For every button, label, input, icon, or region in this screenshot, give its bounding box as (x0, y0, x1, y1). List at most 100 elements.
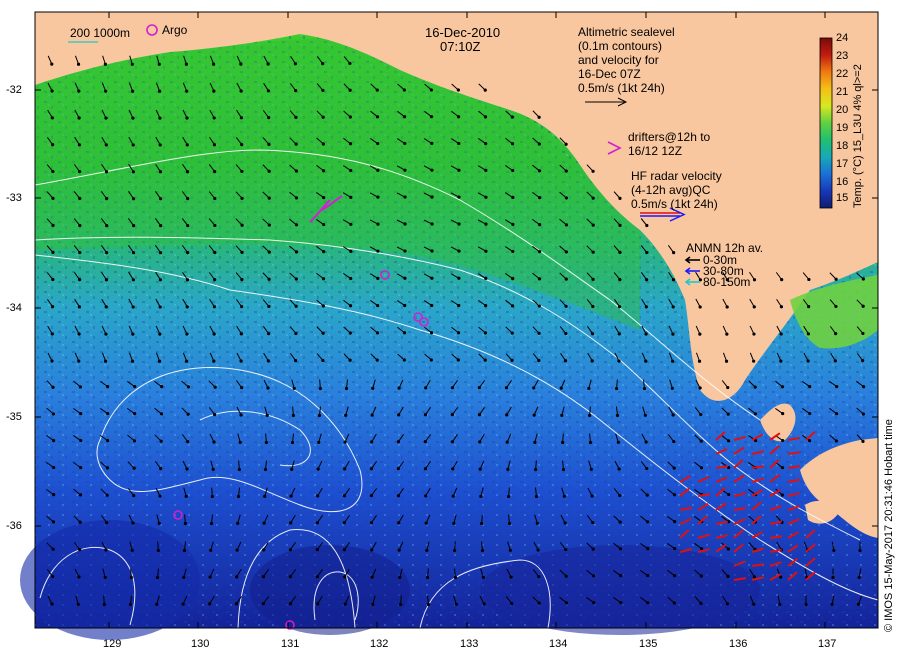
velocity-vector-head (397, 386, 401, 390)
velocity-vector-head (590, 494, 594, 498)
velocity-vector-head (753, 412, 758, 416)
velocity-vector-head (752, 359, 756, 363)
velocity-vector-head (699, 574, 703, 578)
velocity-vector-head (480, 548, 485, 553)
velocity-vector-head (590, 332, 595, 336)
velocity-vector-head (835, 384, 839, 389)
velocity-vector-head (294, 196, 299, 200)
velocity-vector-head (537, 601, 541, 605)
velocity-vector-head (131, 143, 135, 147)
velocity-vector-head (645, 223, 649, 228)
x-tick-label: 130 (191, 638, 210, 650)
velocity-vector-head (564, 142, 568, 146)
velocity-vector-head (104, 332, 108, 336)
velocity-vector-head (673, 546, 677, 551)
velocity-vector-head (804, 602, 808, 607)
velocity-vector-head (78, 170, 82, 174)
velocity-vector-head (50, 116, 54, 120)
velocity-vector-head (477, 386, 481, 390)
velocity-vector-head (403, 276, 407, 280)
velocity-vector-head (344, 413, 348, 417)
velocity-vector-head (510, 115, 514, 119)
velocity-vector-head (50, 305, 55, 309)
velocity-vector-head (452, 521, 456, 525)
velocity-vector-head (262, 548, 266, 552)
velocity-vector-head (211, 467, 215, 471)
velocity-vector-head (321, 88, 325, 93)
velocity-vector-head (615, 386, 619, 391)
velocity-vector-head (212, 332, 216, 336)
velocity-vector-head (235, 575, 239, 579)
colorbar-tick: 16 (836, 176, 849, 188)
velocity-vector-head (779, 332, 783, 336)
velocity-vector-head (511, 276, 515, 281)
velocity-vector-head (212, 359, 216, 363)
velocity-vector-head (344, 386, 349, 391)
velocity-vector-head (322, 222, 326, 227)
velocity-vector-head (535, 521, 539, 525)
velocity-vector-head (645, 466, 649, 471)
velocity-vector-head (289, 494, 293, 498)
velocity-vector-head (78, 548, 82, 552)
velocity-vector-head (726, 547, 730, 551)
velocity-vector-head (564, 304, 568, 308)
velocity-vector-head (239, 413, 243, 417)
velocity-vector-head (616, 440, 620, 444)
velocity-vector-head (376, 195, 380, 199)
velocity-vector-head (807, 277, 811, 282)
y-tick-label: -32 (6, 84, 22, 96)
velocity-vector-head (52, 465, 56, 470)
velocity-vector-head (369, 467, 374, 471)
velocity-vector-head (592, 600, 596, 605)
velocity-vector-head (102, 602, 106, 607)
velocity-vector-head (50, 332, 54, 336)
velocity-vector-head (861, 359, 865, 363)
velocity-vector-head (537, 277, 542, 281)
velocity-vector-head (343, 440, 347, 444)
velocity-vector-head (158, 494, 162, 498)
velocity-vector-head (213, 196, 217, 201)
velocity-vector-head (672, 601, 676, 605)
velocity-vector-head (238, 440, 242, 444)
velocity-vector-head (185, 305, 189, 309)
velocity-vector-head (185, 170, 190, 174)
velocity-vector-head (185, 116, 189, 120)
velocity-vector-head (78, 278, 82, 282)
velocity-vector-head (131, 278, 135, 282)
velocity-vector-head (348, 331, 352, 335)
drifter-note-line-1: drifters@12h to (628, 130, 711, 144)
velocity-vector-head (157, 521, 161, 525)
velocity-vector-head (240, 386, 244, 390)
velocity-vector-head (51, 412, 56, 416)
velocity-vector-head (376, 168, 380, 172)
velocity-vector-head (536, 548, 540, 552)
velocity-vector-head (484, 195, 488, 199)
velocity-vector-head (532, 386, 536, 390)
x-tick-label: 133 (460, 638, 479, 650)
velocity-vector-head (403, 303, 407, 308)
velocity-vector-head (563, 521, 567, 525)
velocity-vector-head (158, 197, 163, 201)
credit-label: © IMOS 15-May-2017 20:31:46 Hobart time (883, 419, 895, 632)
velocity-vector-head (430, 222, 434, 226)
velocity-vector-head (591, 574, 596, 578)
velocity-vector-head (537, 331, 541, 335)
velocity-vector-head (697, 359, 702, 363)
velocity-vector-head (484, 168, 488, 172)
velocity-vector-head (131, 305, 135, 309)
velocity-vector-head (780, 278, 784, 282)
velocity-vector-head (532, 413, 536, 417)
velocity-vector-head (186, 385, 191, 389)
velocity-vector-head (807, 305, 811, 309)
velocity-vector-head (591, 223, 595, 227)
velocity-vector-head (267, 277, 271, 281)
velocity-vector-head (186, 412, 190, 416)
velocity-vector-head (591, 520, 595, 525)
velocity-vector-head (672, 251, 676, 255)
velocity-vector-head (457, 276, 461, 280)
velocity-vector-head (104, 170, 109, 174)
velocity-vector-head (645, 493, 649, 497)
velocity-vector-head (591, 277, 595, 281)
cold-eddy-east (480, 545, 760, 635)
velocity-vector-head (155, 602, 159, 606)
